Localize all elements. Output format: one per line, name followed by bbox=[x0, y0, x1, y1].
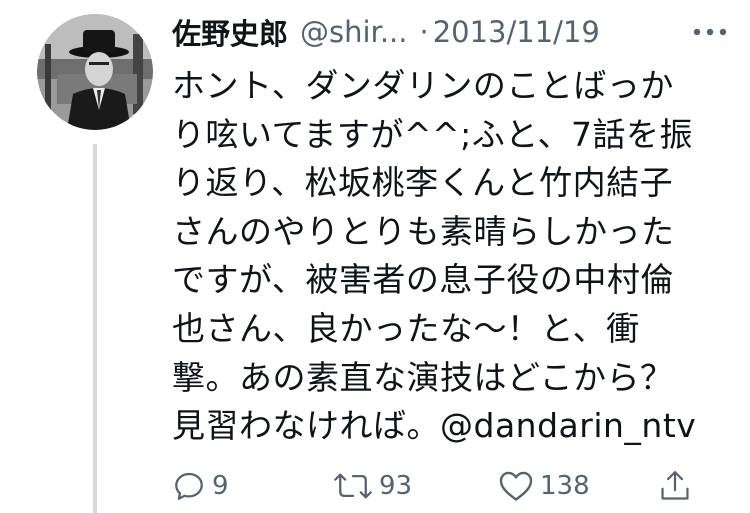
share-icon bbox=[661, 471, 689, 500]
reply-count: 9 bbox=[212, 471, 229, 501]
heart-icon bbox=[499, 471, 533, 501]
tweet-line: 也さん、良かったな〜！と、衝 bbox=[172, 308, 640, 348]
retweet-count: 93 bbox=[379, 471, 413, 501]
more-button[interactable] bbox=[688, 10, 732, 54]
tweet-text: ホント、ダンダリンのことばっか り呟いてますが^^;ふと、7話を振 り返り、松坂… bbox=[172, 62, 722, 451]
thread-line bbox=[93, 144, 97, 513]
retweet-icon bbox=[334, 473, 372, 499]
like-count: 138 bbox=[540, 471, 590, 501]
tweet-line: り返り、松坂桃李くんと竹内結子 bbox=[172, 163, 674, 203]
like-button[interactable]: 138 bbox=[498, 466, 590, 506]
tweet[interactable]: 佐野史郎 @shir... · 2013/11/19 ホント、ダンダリンのことば… bbox=[0, 0, 750, 513]
avatar-photo bbox=[37, 14, 153, 130]
tweet-line: り呟いてますが^^;ふと、7話を振 bbox=[172, 114, 693, 154]
reply-icon bbox=[175, 472, 203, 500]
more-icon bbox=[693, 28, 727, 36]
separator-dot: · bbox=[419, 15, 429, 49]
reply-button[interactable]: 9 bbox=[172, 466, 229, 506]
share-button[interactable] bbox=[658, 466, 692, 506]
action-bar: 9 93 138 bbox=[172, 466, 712, 506]
tweet-date[interactable]: 2013/11/19 bbox=[433, 15, 600, 49]
tweet-line: 撃。あの素直な演技はどこから？ bbox=[172, 357, 674, 397]
retweet-button[interactable]: 93 bbox=[333, 466, 412, 506]
tweet-header: 佐野史郎 @shir... · 2013/11/19 bbox=[172, 10, 732, 54]
tweet-line: 見習わなければ。@dandarin_ntv bbox=[172, 406, 697, 446]
tweet-line: ですが、被害者の息子役の中村倫 bbox=[172, 260, 674, 300]
tweet-line: ホント、ダンダリンのことばっか bbox=[172, 66, 674, 105]
avatar[interactable] bbox=[37, 14, 153, 130]
author-name[interactable]: 佐野史郎 bbox=[172, 11, 288, 53]
tweet-line: さんのやりとりも素晴らしかった bbox=[172, 211, 675, 251]
author-handle[interactable]: @shir... bbox=[300, 15, 407, 49]
